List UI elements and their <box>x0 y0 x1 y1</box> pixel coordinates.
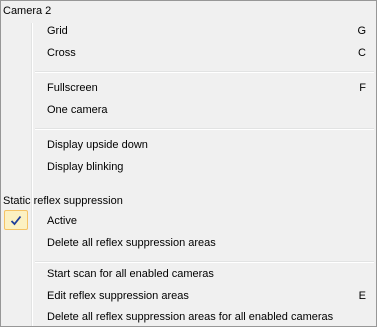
checkmark-icon <box>10 215 22 225</box>
menu-item-grid[interactable]: Grid G <box>3 20 374 42</box>
menu-item-shortcut: F <box>359 82 366 94</box>
menu-item-display-upside-down[interactable]: Display upside down <box>3 134 374 156</box>
context-menu: Camera 2 Grid G Cross C Fullscreen F One… <box>0 0 377 327</box>
menu-item-label: Delete all reflex suppression areas <box>47 237 216 249</box>
menu-item-label: Cross <box>47 47 76 59</box>
menu-item-shortcut: G <box>357 25 366 37</box>
menu-item-label: Display upside down <box>47 139 148 151</box>
menu-item-label: Fullscreen <box>47 82 98 94</box>
menu-separator <box>35 71 374 73</box>
menu-item-fullscreen[interactable]: Fullscreen F <box>3 77 374 99</box>
menu-item-label: Start scan for all enabled cameras <box>47 268 214 280</box>
menu-separator <box>35 128 374 130</box>
section-header-camera: Camera 2 <box>3 5 52 17</box>
menu-item-delete-all-areas[interactable]: Delete all reflex suppression areas <box>3 232 374 254</box>
menu-item-label: Grid <box>47 25 68 37</box>
checkmark-box <box>4 210 28 230</box>
menu-item-one-camera[interactable]: One camera <box>3 99 374 121</box>
menu-item-start-scan[interactable]: Start scan for all enabled cameras <box>3 263 374 285</box>
section-header-reflex-suppression: Static reflex suppression <box>3 195 123 207</box>
menu-item-label: Edit reflex suppression areas <box>47 290 189 302</box>
menu-item-edit-areas[interactable]: Edit reflex suppression areas E <box>3 285 374 307</box>
menu-item-shortcut: C <box>358 47 366 59</box>
menu-item-delete-all-areas-enabled[interactable]: Delete all reflex suppression areas for … <box>3 306 374 326</box>
menu-item-active[interactable]: Active <box>3 210 374 232</box>
menu-item-shortcut: E <box>358 290 366 302</box>
menu-item-label: Display blinking <box>47 161 124 173</box>
menu-item-label: One camera <box>47 104 108 116</box>
menu-item-display-blinking[interactable]: Display blinking <box>3 156 374 178</box>
menu-item-label: Active <box>47 215 77 227</box>
menu-item-cross[interactable]: Cross C <box>3 42 374 64</box>
menu-item-label: Delete all reflex suppression areas for … <box>47 311 334 323</box>
